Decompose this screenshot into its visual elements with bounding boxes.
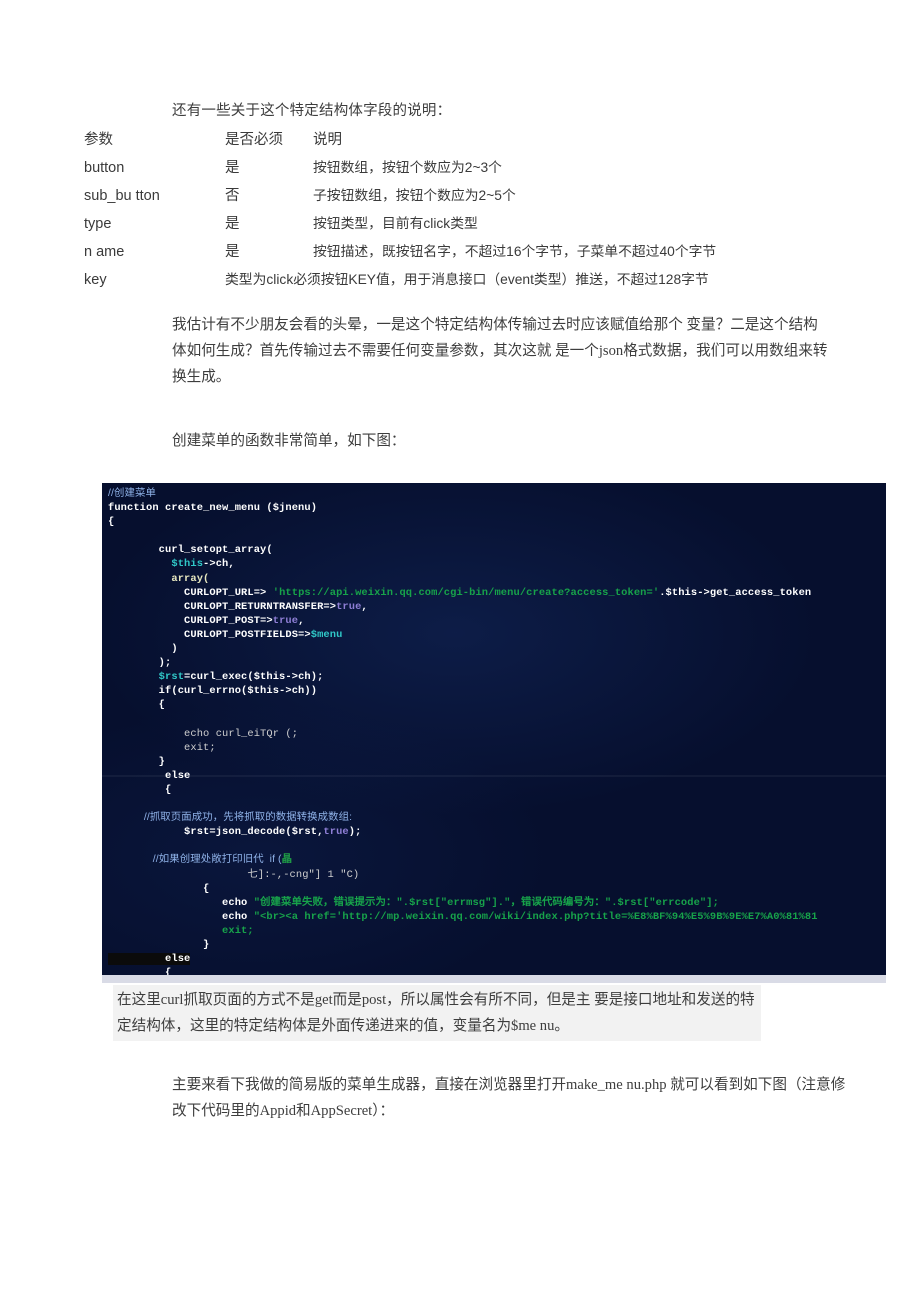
cell-description: 按钮数组，按钮个数应为2~3个 xyxy=(313,160,502,175)
header-description: 说明 xyxy=(313,132,342,148)
paragraph-code-intro: 创建菜单的函数非常简单，如下图： xyxy=(172,433,406,449)
paragraph-curl-note: 在这里curl抓取页面的方式不是get而是post，所以属性会有所不同，但是主 … xyxy=(113,985,761,1041)
cell-description: 按钮描述，既按钮名字，不超过16个字节，子菜单不超过40个字节 xyxy=(313,244,717,259)
document-page: 还有一些关于这个特定结构体字段的说明： 参数 是否必须 说明 button 是 … xyxy=(0,0,920,1302)
cell-required: 否 xyxy=(225,188,240,204)
paragraph-explanation: 我估计有不少朋友会看的头晕，一是这个特定结构体传输过去时应该赋值给那个 变量？二… xyxy=(172,317,828,385)
intro-line: 还有一些关于这个特定结构体字段的说明： xyxy=(172,103,452,119)
cell-param: sub_bu tton xyxy=(84,188,160,204)
header-param: 参数 xyxy=(84,132,113,148)
table-row: type 是 按钮类型，目前有click类型 xyxy=(84,210,916,238)
cell-description: 类型为click必须按钮KEY值，用于消息接口（event类型）推送，不超过12… xyxy=(225,272,709,287)
cell-param: button xyxy=(84,160,125,176)
cell-required: 是 xyxy=(225,244,240,260)
table-row: n ame 是 按钮描述，既按钮名字，不超过16个字节，子菜单不超过40个字节 xyxy=(84,238,916,266)
struct-field-spec-table: 参数 是否必须 说明 button 是 按钮数组，按钮个数应为2~3个 sub_… xyxy=(84,126,916,294)
table-row: button 是 按钮数组，按钮个数应为2~3个 xyxy=(84,154,916,182)
code-screenshot-image: //创建菜单 function create_new_menu ($jnenu)… xyxy=(102,483,886,983)
cell-description: 子按钮数组，按钮个数应为2~5个 xyxy=(313,188,516,203)
code-listing: //创建菜单 function create_new_menu ($jnenu)… xyxy=(108,488,818,983)
cell-required: 是 xyxy=(225,160,240,176)
cell-description: 按钮类型，目前有click类型 xyxy=(313,216,478,231)
screenshot-bottom-edge xyxy=(102,975,886,983)
cell-required: 是 xyxy=(225,216,240,232)
paragraph-generator-intro: 主要来看下我做的简易版的菜单生成器，直接在浏览器里打开make_me nu.ph… xyxy=(172,1077,846,1119)
cell-param: key xyxy=(84,272,107,288)
table-row: sub_bu tton 否 子按钮数组，按钮个数应为2~5个 xyxy=(84,182,916,210)
header-required: 是否必须 xyxy=(225,132,283,148)
cell-param: n ame xyxy=(84,244,125,260)
cell-param: type xyxy=(84,216,112,232)
table-row: key 类型为click必须按钮KEY值，用于消息接口（event类型）推送，不… xyxy=(84,266,916,294)
table-header-row: 参数 是否必须 说明 xyxy=(84,126,916,154)
